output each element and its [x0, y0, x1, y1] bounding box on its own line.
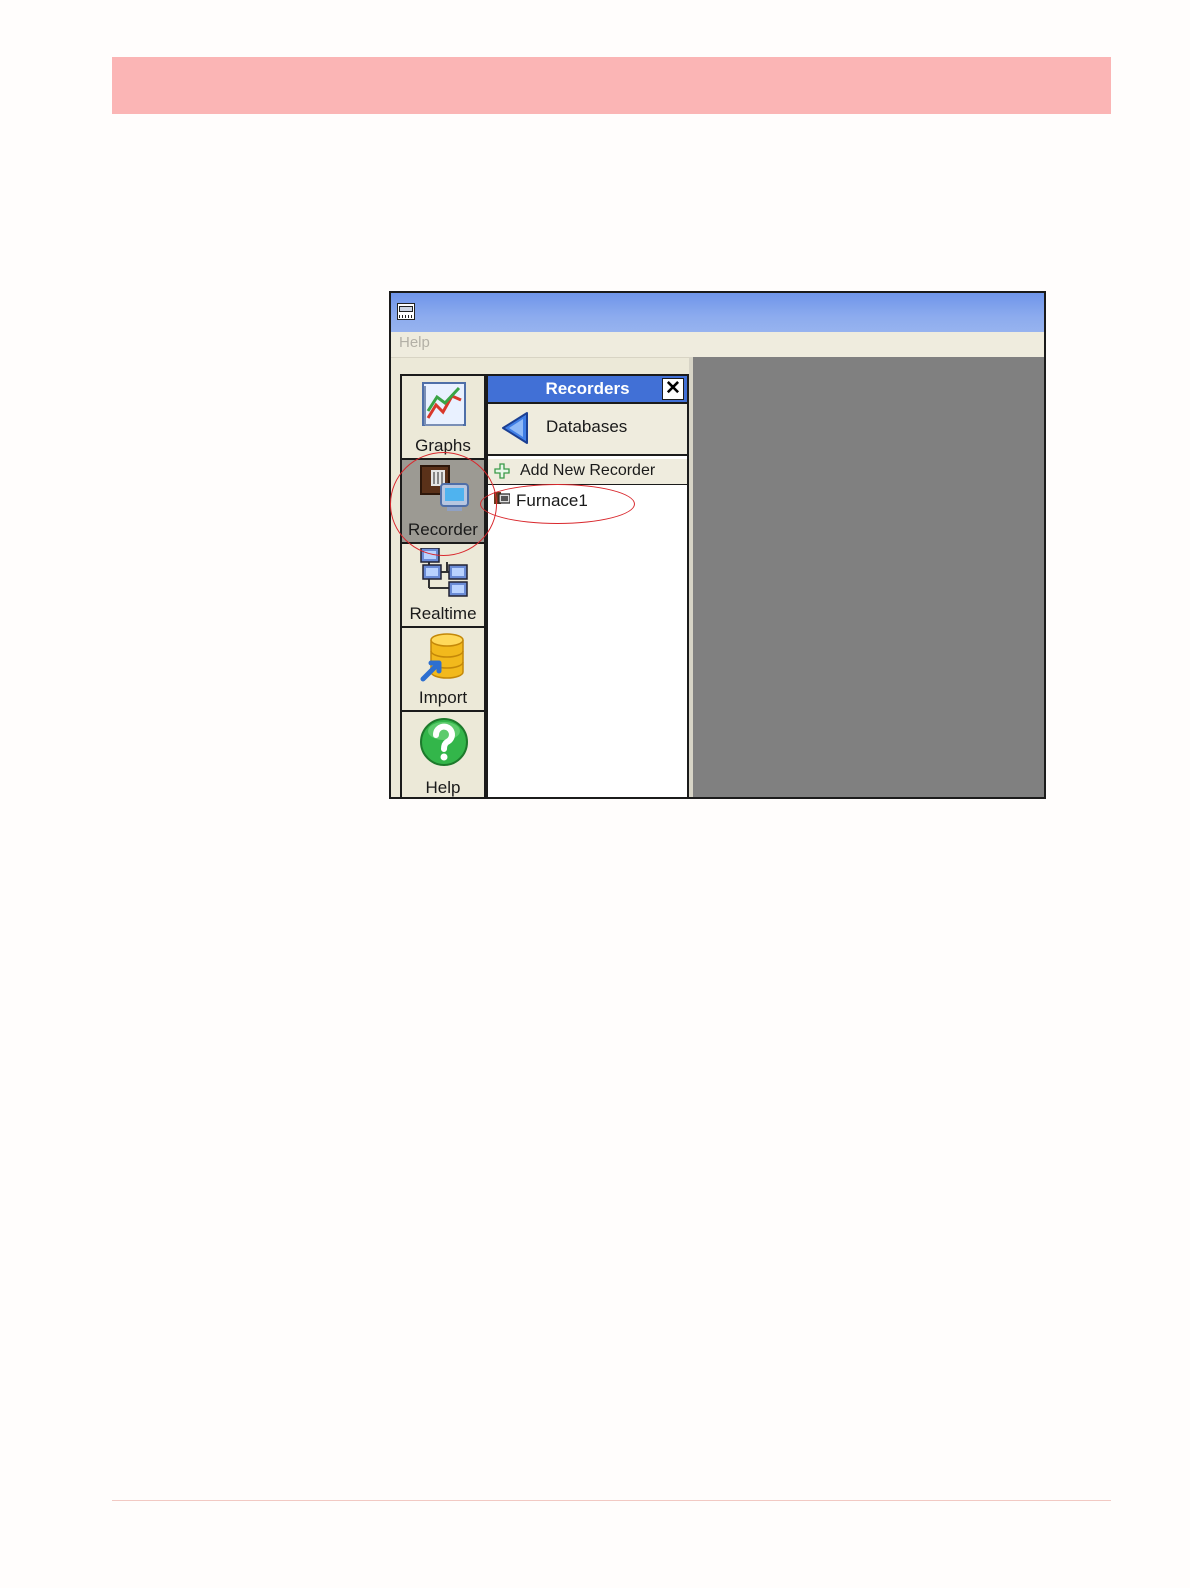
app-icon[interactable]	[397, 303, 415, 320]
main-toolbar: Graphs Recorder Realtime Import Help	[400, 374, 486, 797]
furnace-highlight-ellipse	[480, 484, 635, 524]
app-window: Help Graphs Recorder Realtime Import Hel…	[389, 291, 1046, 799]
add-new-recorder-label: Add New Recorder	[520, 462, 656, 479]
database-import-icon	[420, 633, 464, 682]
page-header-band	[112, 57, 1111, 114]
title-bar[interactable]	[391, 293, 1044, 332]
graph-icon	[422, 382, 466, 426]
graphs-button[interactable]: Graphs	[402, 376, 484, 460]
add-new-recorder-button[interactable]: Add New Recorder	[488, 459, 687, 485]
close-icon[interactable]: ✕	[662, 378, 684, 400]
recorders-panel-header: Recorders ✕	[488, 376, 687, 402]
back-arrow-icon	[502, 412, 528, 444]
recorders-panel-title: Recorders	[545, 379, 630, 398]
workspace-area	[693, 357, 1044, 797]
menu-item-help[interactable]: Help	[399, 334, 430, 351]
plus-icon	[494, 463, 510, 479]
menu-bar: Help	[391, 332, 1044, 357]
footer-rule	[112, 1500, 1111, 1501]
databases-back-button[interactable]: Databases	[488, 402, 687, 456]
recorders-panel: Recorders ✕ Databases Add New Recorder F…	[486, 374, 689, 797]
import-button[interactable]: Import	[402, 628, 484, 712]
import-label: Import	[418, 688, 468, 707]
databases-label: Databases	[546, 417, 628, 436]
help-label: Help	[425, 778, 461, 797]
realtime-label: Realtime	[409, 604, 477, 623]
help-icon	[420, 718, 468, 766]
help-button[interactable]: Help	[402, 712, 484, 797]
realtime-button[interactable]: Realtime	[402, 544, 484, 628]
